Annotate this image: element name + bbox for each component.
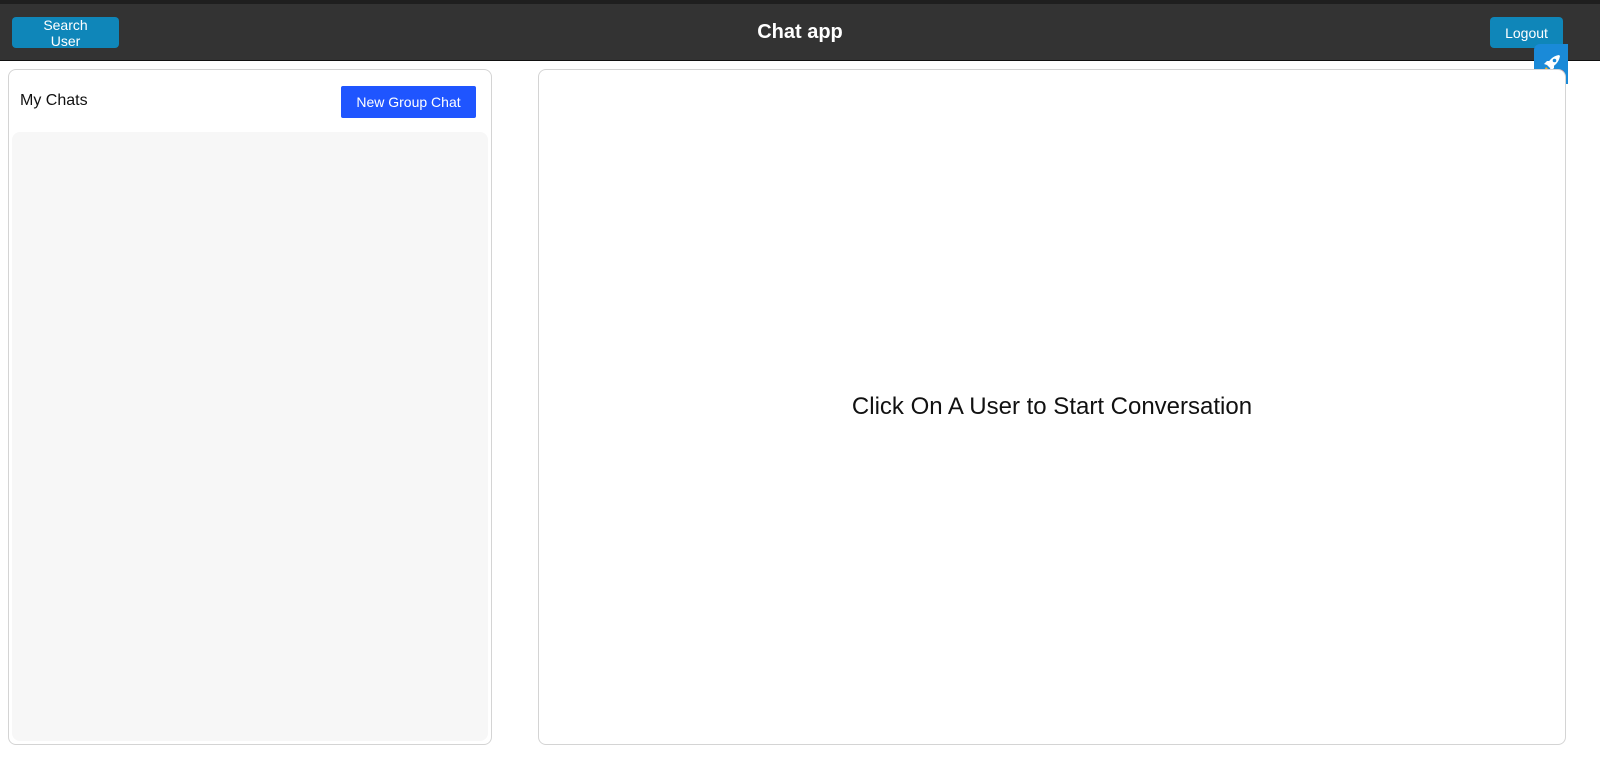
search-user-button[interactable]: Search User <box>12 17 119 49</box>
empty-conversation-message: Click On A User to Start Conversation <box>851 393 1253 420</box>
new-group-chat-button[interactable]: New Group Chat <box>341 86 476 118</box>
app-header: Search User Chat app Logout <box>0 4 1600 61</box>
app-title: Chat app <box>757 21 843 43</box>
chat-list[interactable] <box>12 132 488 741</box>
conversation-panel: Click On A User to Start Conversation <box>538 69 1566 745</box>
my-chats-panel: My Chats New Group Chat <box>8 69 492 745</box>
my-chats-heading: My Chats <box>20 92 88 109</box>
